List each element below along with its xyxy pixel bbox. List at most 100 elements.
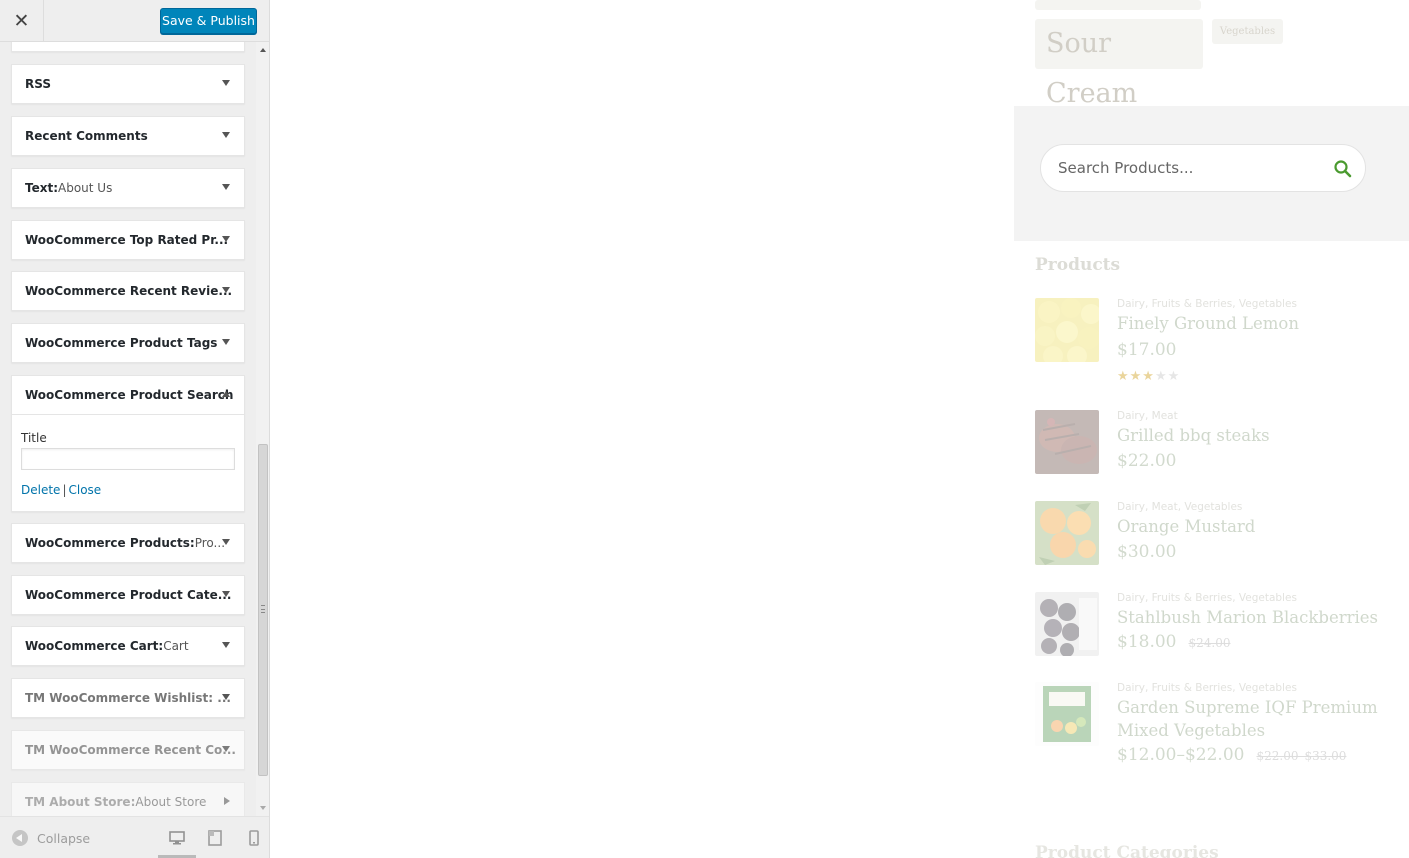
widget-name: RSS: [25, 77, 51, 91]
product-name[interactable]: Stahlbush Marion Blackberries: [1117, 606, 1378, 629]
sidebar-footer: Collapse: [0, 816, 269, 858]
widget-product-search[interactable]: WooCommerce Product Search Title Delete |…: [11, 375, 245, 512]
widget-title-bar[interactable]: WooCommerce Cart: Cart: [12, 627, 244, 665]
widget-top-rated[interactable]: WooCommerce Top Rated Pr...: [11, 220, 245, 260]
product-thumbnail-blackberries[interactable]: [1035, 592, 1099, 656]
widget-name: TM WooCommerce Recent Co...: [25, 743, 236, 757]
widget-name: WooCommerce Products:: [25, 536, 195, 550]
widget-name: WooCommerce Top Rated Pr...: [25, 233, 229, 247]
product-name[interactable]: Garden Supreme IQF Premium: [1117, 696, 1378, 719]
product-categories[interactable]: Dairy, Meat: [1117, 410, 1178, 422]
products-widget-title: Products: [1035, 255, 1121, 275]
chevron-down-icon[interactable]: [222, 80, 230, 86]
save-publish-button[interactable]: Save & Publish: [160, 8, 257, 34]
widget-recent-co[interactable]: TM WooCommerce Recent Co...: [11, 730, 245, 770]
widget-title-bar[interactable]: WooCommerce Product Search: [12, 376, 244, 414]
title-input[interactable]: [21, 448, 235, 470]
mobile-icon[interactable]: [246, 830, 262, 846]
product-name[interactable]: Grilled bbq steaks: [1117, 424, 1270, 447]
tag-cloud-item[interactable]: Vegetables: [1212, 19, 1283, 44]
product-thumbnail-orange[interactable]: [1035, 501, 1099, 565]
widget-title-bar[interactable]: WooCommerce Top Rated Pr...: [12, 221, 244, 259]
widget-product-categories[interactable]: WooCommerce Product Cate...: [11, 575, 245, 615]
chevron-down-icon[interactable]: [222, 132, 230, 138]
widget-recent-reviews[interactable]: WooCommerce Recent Revie...: [11, 271, 245, 311]
widget-title-bar[interactable]: TM WooCommerce Wishlist: ...: [12, 679, 244, 717]
product-categories[interactable]: Dairy, Meat, Vegetables: [1117, 501, 1242, 513]
collapse-label: Collapse: [37, 830, 91, 846]
product-categories[interactable]: Dairy, Fruits & Berries, Vegetables: [1117, 682, 1297, 694]
widget-name: WooCommerce Product Search: [25, 388, 234, 402]
widget-title-bar[interactable]: WooCommerce Recent Revie...: [12, 272, 244, 310]
widget-instance-title: About Store: [135, 795, 207, 809]
widget-name: TM About Store:: [25, 795, 136, 809]
scrollbar-thumb[interactable]: [258, 444, 268, 776]
product-name[interactable]: Finely Ground Lemon: [1117, 312, 1299, 335]
chevron-down-icon[interactable]: [222, 339, 230, 345]
product-rating: ★★★★★: [1117, 368, 1181, 383]
product-categories[interactable]: Dairy, Fruits & Berries, Vegetables: [1117, 298, 1297, 310]
widget-cart[interactable]: WooCommerce Cart: Cart: [11, 626, 245, 666]
widget-product-tags[interactable]: WooCommerce Product Tags: [11, 323, 245, 363]
widget-title-bar[interactable]: Recent Comments: [12, 117, 244, 155]
widget-wishlist[interactable]: TM WooCommerce Wishlist: ...: [11, 678, 245, 718]
chevron-right-icon[interactable]: [224, 797, 230, 805]
tablet-icon[interactable]: [207, 830, 223, 846]
close-icon[interactable]: ✕: [0, 0, 44, 42]
product-name-line2[interactable]: Mixed Vegetables: [1117, 719, 1265, 742]
scroll-up-arrow-icon[interactable]: [260, 48, 266, 52]
delete-link[interactable]: Delete: [21, 483, 60, 497]
sale-price: $18.00: [1117, 632, 1177, 652]
widget-rss[interactable]: RSS: [11, 64, 245, 104]
chevron-down-icon[interactable]: [222, 184, 230, 190]
widget-products[interactable]: WooCommerce Products: Pro...: [11, 523, 245, 563]
product-categories[interactable]: Dairy, Fruits & Berries, Vegetables: [1117, 592, 1297, 604]
regular-price: $22.00–$33.00: [1256, 749, 1347, 763]
widget-title-bar[interactable]: WooCommerce Product Tags: [12, 324, 244, 362]
widget-partial[interactable]: [11, 42, 245, 52]
product-thumbnail-mixed-vegetables[interactable]: [1035, 682, 1099, 746]
widget-text-about-us[interactable]: Text: About Us: [11, 168, 245, 208]
title-label: Title: [21, 431, 47, 445]
product-price: $12.00–$22.00 $22.00–$33.00: [1117, 745, 1346, 765]
widget-about-store[interactable]: TM About Store: About Store: [11, 782, 245, 816]
collapse-button[interactable]: Collapse: [12, 830, 90, 846]
tag-cloud-item[interactable]: Sour Cream: [1035, 19, 1203, 109]
widget-name: Text:: [25, 181, 59, 195]
chevron-down-icon[interactable]: [222, 591, 230, 597]
sidebar-scrollbar[interactable]: [256, 42, 269, 816]
grip-icon: [261, 605, 265, 613]
regular-price: $24.00: [1188, 636, 1231, 650]
product-thumbnail-lemon[interactable]: [1035, 298, 1099, 362]
close-link[interactable]: Close: [68, 483, 101, 497]
product-name[interactable]: Orange Mustard: [1117, 515, 1255, 538]
separator: |: [62, 483, 67, 497]
chevron-down-icon[interactable]: [222, 694, 230, 700]
widget-name: WooCommerce Product Cate...: [25, 588, 232, 602]
search-icon[interactable]: [1333, 159, 1353, 179]
widget-title-bar[interactable]: TM WooCommerce Recent Co...: [12, 731, 244, 769]
widget-recent-comments[interactable]: Recent Comments: [11, 116, 245, 156]
chevron-down-icon[interactable]: [222, 746, 230, 752]
product-thumbnail-steak[interactable]: [1035, 410, 1099, 474]
product-categories-widget-title: Product Categories: [1035, 843, 1219, 858]
chevron-down-icon[interactable]: [222, 236, 230, 242]
customizer-sidebar: ✕ Save & Publish RSS Recent Comments Tex…: [0, 0, 270, 858]
product-price: $22.00: [1117, 451, 1177, 471]
widget-name: TM WooCommerce Wishlist: ...: [25, 691, 231, 705]
chevron-down-icon[interactable]: [222, 539, 230, 545]
site-preview: Sour Cream Vegetables Products: [271, 0, 1409, 858]
widget-title-bar[interactable]: RSS: [12, 65, 244, 103]
chevron-up-icon[interactable]: [222, 391, 230, 397]
chevron-down-icon[interactable]: [222, 287, 230, 293]
chevron-down-icon[interactable]: [222, 642, 230, 648]
widget-title-bar[interactable]: WooCommerce Products: Pro...: [12, 524, 244, 562]
product-price: $30.00: [1117, 542, 1177, 562]
widget-title-bar[interactable]: TM About Store: About Store: [12, 783, 244, 816]
tag-cloud-item[interactable]: [1035, 0, 1201, 10]
widget-title-bar[interactable]: WooCommerce Product Cate...: [12, 576, 244, 614]
search-input[interactable]: [1058, 145, 1318, 191]
desktop-icon[interactable]: [169, 830, 185, 846]
widget-title-bar[interactable]: Text: About Us: [12, 169, 244, 207]
scroll-down-arrow-icon[interactable]: [260, 806, 266, 810]
